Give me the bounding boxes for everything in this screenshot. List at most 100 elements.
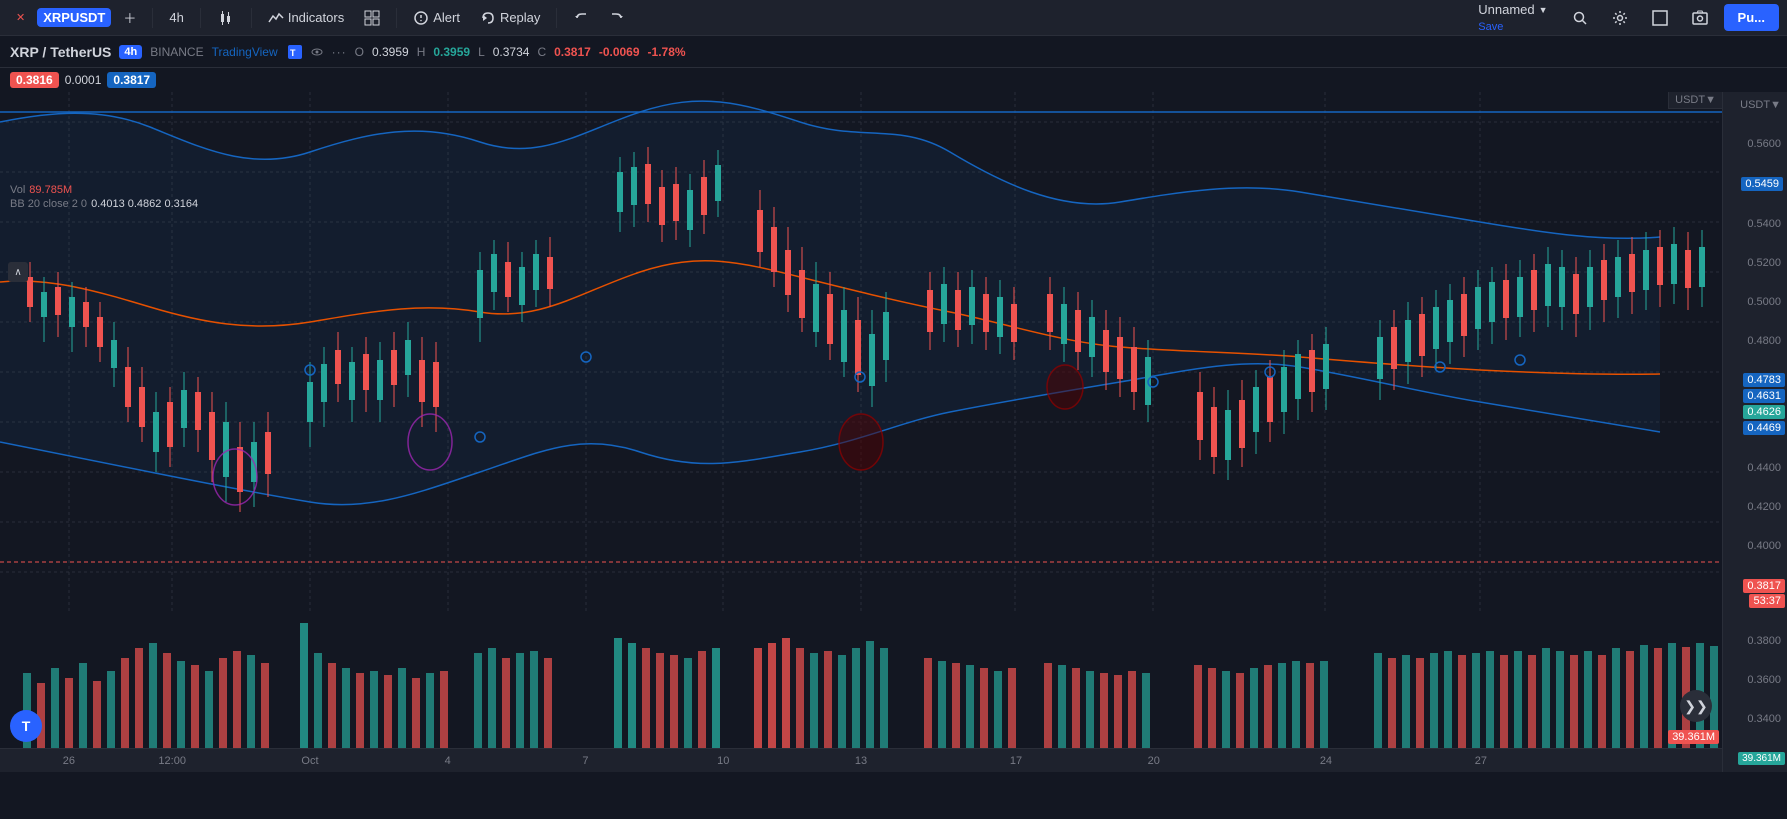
time-tick-24: 24 [1320,755,1332,767]
currency-label[interactable]: USDT▼ [1723,97,1787,111]
save-label: Save [1478,21,1503,33]
chart-name-btn[interactable]: Unnamed ▼ Save [1470,0,1555,37]
replay-label: Replay [500,10,540,25]
chart-name: Unnamed [1478,2,1534,17]
open-label: O [355,45,364,59]
time-tick-27: 27 [1475,755,1487,767]
alert-icon [413,10,429,26]
change-pct: -1.78% [648,45,686,59]
price-tick-4000: 0.4000 [1723,540,1787,552]
snapshot-btn[interactable] [1684,6,1716,30]
sep1 [152,8,153,28]
sep3 [251,8,252,28]
tick-size: 0.0001 [65,73,102,87]
indicators-btn[interactable]: Indicators [260,6,352,30]
templates-btn[interactable] [356,6,388,30]
redo-icon [609,10,625,26]
price-tick-3800: 0.3800 [1723,635,1787,647]
chart-header: XRP / TetherUS 4h BINANCE TradingView T … [0,36,1787,68]
price-tick-5400: 0.5400 [1723,218,1787,230]
chart-type-btn[interactable] [209,5,243,31]
time-tick-4: 4 [445,755,451,767]
vol-current-label: 39.361M [1668,730,1719,744]
volume-chart-svg [0,593,1722,748]
fullscreen-icon [1652,10,1668,26]
close-value: 0.3817 [554,45,591,59]
time-tick-13: 13 [855,755,867,767]
snapshot-icon [1692,10,1708,26]
interval-btn[interactable]: 4h [161,6,191,29]
symbol-badge[interactable]: XRPUSDT [37,8,111,27]
chart-container[interactable]: USDT▼ Vol 89.785M BB 20 close 2 0 0.4013… [0,92,1787,772]
time-tick-20: 20 [1148,755,1160,767]
price-badge-5459: 0.5459 [1741,177,1783,191]
price-tick-4400: 0.4400 [1723,462,1787,474]
volume-bars [23,623,1718,748]
replay-btn[interactable]: Replay [472,6,548,30]
open-value: 0.3959 [372,45,409,59]
price-tick-5000: 0.5000 [1723,296,1787,308]
publish-btn[interactable]: Pu... [1724,4,1779,31]
time-tick-1200: 12:00 [158,755,186,767]
change-value: -0.0069 [599,45,640,59]
alert-label: Alert [433,10,460,25]
chevron-down-icon: ▼ [1539,5,1548,15]
price-badge-4626: 0.4626 [1743,405,1785,419]
close-icon[interactable]: ✕ [16,11,25,24]
eye-icon[interactable] [310,45,324,59]
collapse-btn[interactable]: ∧ [8,262,28,282]
fullscreen-btn[interactable] [1644,6,1676,30]
time-tick-10: 10 [717,755,729,767]
more-options-icon[interactable]: ··· [332,45,347,59]
time-tick-17: 17 [1010,755,1022,767]
plus-icon: ＋ [123,8,136,27]
time-tick-oct: Oct [301,755,318,767]
toolbar: ✕ XRPUSDT ＋ 4h Indicators Alert Replay [0,0,1787,36]
time-tick-26: 26 [63,755,75,767]
price-badge-4783: 0.4783 [1743,373,1785,387]
search-icon [1572,10,1588,26]
price-level-group-47-46: 0.4783 0.4631 0.4626 0.4469 [1723,373,1787,435]
alert-btn[interactable]: Alert [405,6,468,30]
undo-icon [573,10,589,26]
undo-btn[interactable] [565,6,597,30]
price-axis: USDT▼ 0.5600 0.5459 0.5400 0.5200 0.5000… [1722,92,1787,772]
close-price-badge: 0.3817 [107,72,156,88]
price-tick-4200: 0.4200 [1723,501,1787,513]
symbol-name: XRP / TetherUS [10,44,111,60]
time-axis: 26 12:00 Oct 4 7 10 13 17 20 24 27 [0,748,1722,772]
templates-icon [364,10,380,26]
redo-btn[interactable] [601,6,633,30]
exchange-label: BINANCE [150,45,203,59]
add-symbol-btn[interactable]: ＋ [115,4,144,31]
nav-forward-arrow[interactable]: ❯❯ [1680,690,1712,722]
low-label: L [478,45,485,59]
indicators-label: Indicators [288,10,344,25]
price-badge-3817: 0.3817 [1743,579,1785,593]
price-badge-4631: 0.4631 [1743,389,1785,403]
price-tick-5200: 0.5200 [1723,257,1787,269]
toolbar-right: Unnamed ▼ Save Pu... [1470,0,1779,37]
symbol-close-btn[interactable]: ✕ [8,7,33,28]
time-tick-7: 7 [582,755,588,767]
search-btn[interactable] [1564,6,1596,30]
sep5 [556,8,557,28]
price-level-current: 0.3817 53:37 [1723,579,1787,608]
close-label: C [537,45,546,59]
svg-text:T: T [290,48,296,58]
tradingview-label: TradingView [212,45,278,59]
current-price-badge: 0.3816 [10,72,59,88]
price-tick-3600: 0.3600 [1723,674,1787,686]
sep2 [200,8,201,28]
timeframe-badge[interactable]: 4h [119,45,142,59]
settings-btn[interactable] [1604,6,1636,30]
price-tick-4800: 0.4800 [1723,335,1787,347]
sep4 [396,8,397,28]
high-label: H [417,45,426,59]
vol-bottom-price: 39.361M [1723,752,1787,767]
timer-badge: 53:37 [1749,594,1785,608]
candlestick-icon [217,9,235,27]
replay-icon [480,10,496,26]
vol-badge-bottom: 39.361M [1738,752,1785,765]
settings-icon [1612,10,1628,26]
